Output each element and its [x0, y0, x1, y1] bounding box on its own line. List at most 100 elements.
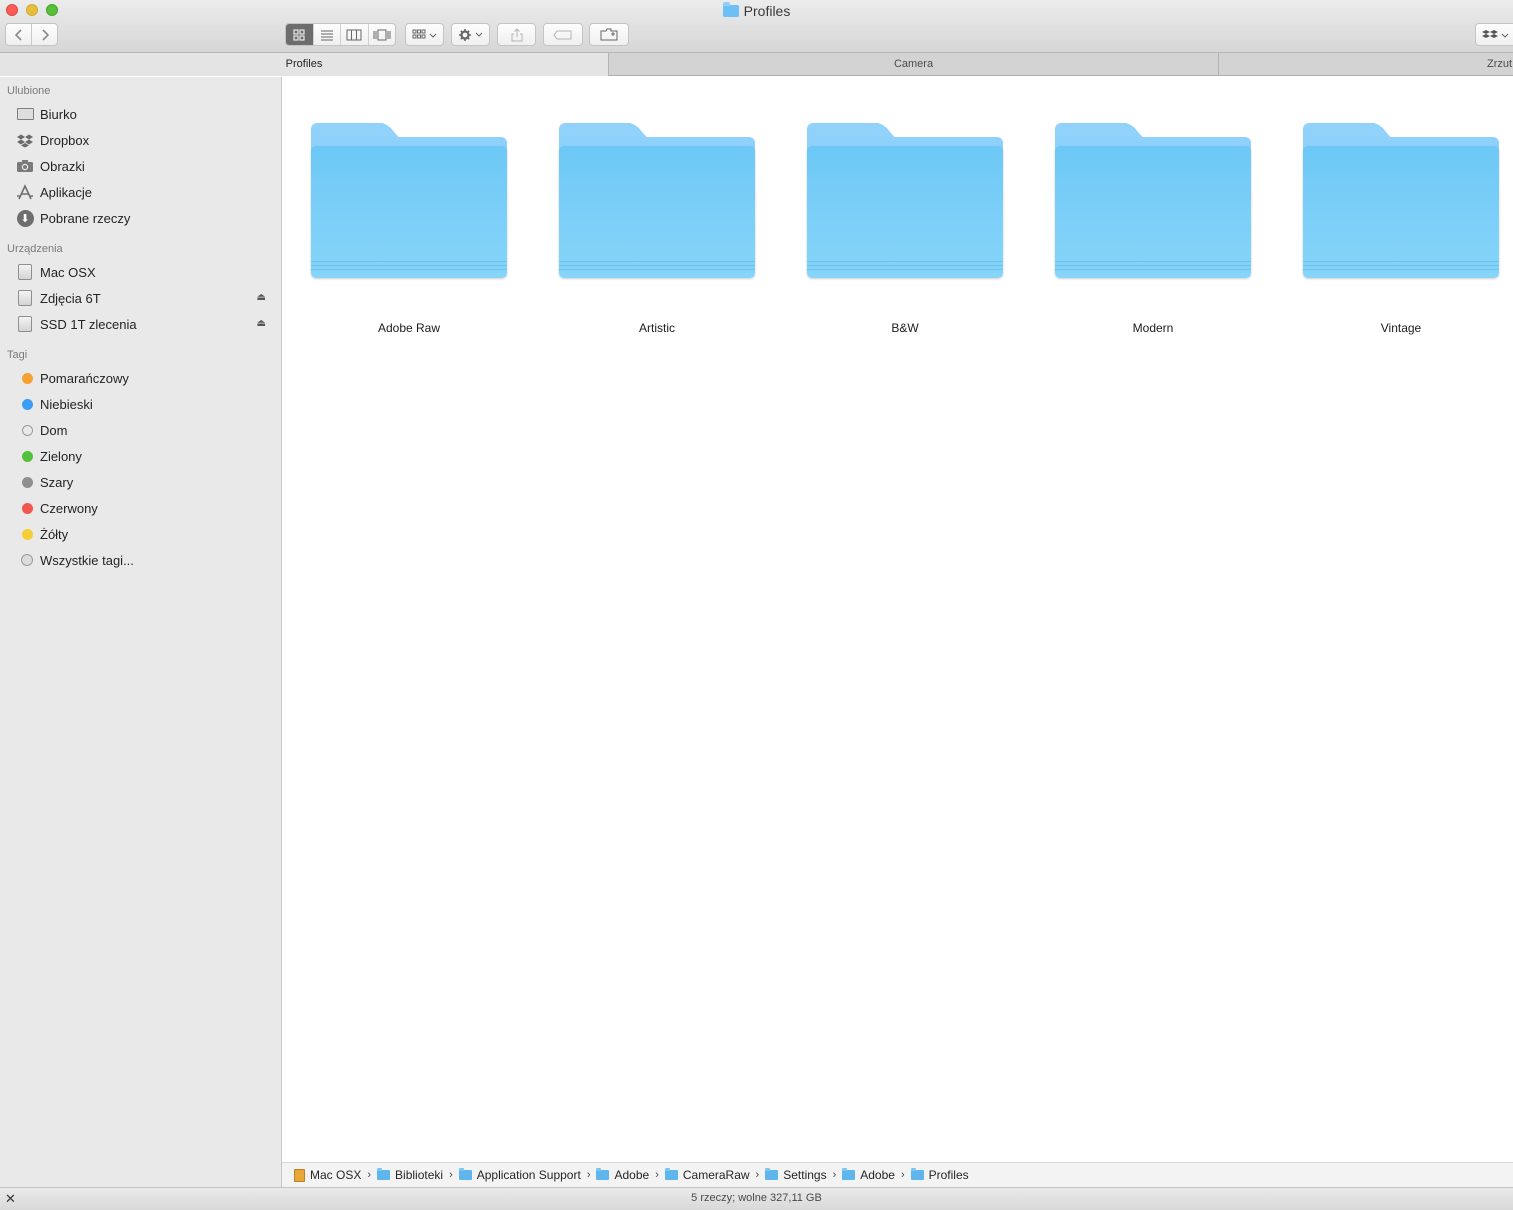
tag-icon: [553, 30, 572, 39]
sidebar-tag-gray[interactable]: Szary: [0, 470, 281, 494]
sidebar-item-obrazki[interactable]: Obrazki: [0, 154, 281, 178]
path-bar: Mac OSX › Biblioteki › Application Suppo…: [282, 1162, 1513, 1187]
path-separator-icon: ›: [449, 1169, 453, 1181]
sidebar-item-label: Niebieski: [40, 396, 93, 412]
sidebar-item-aplikacje[interactable]: Aplikacje: [0, 180, 281, 204]
sidebar-item-label: SSD 1T zlecenia: [40, 316, 137, 332]
sidebar-item-label: Dom: [40, 422, 68, 438]
edit-tags-button[interactable]: [543, 23, 583, 46]
sidebar-tag-dom[interactable]: Dom: [0, 418, 281, 442]
path-item-label: Mac OSX: [310, 1168, 362, 1182]
folder-item[interactable]: Adobe Raw: [311, 123, 507, 343]
tab-bar: Profiles Camera Zrzut: [0, 53, 1513, 76]
forward-button[interactable]: [31, 24, 57, 45]
share-button[interactable]: [497, 23, 536, 46]
path-item[interactable]: Adobe: [596, 1168, 649, 1182]
folder-icon: [807, 146, 1003, 278]
path-item[interactable]: Biblioteki: [377, 1168, 443, 1182]
folder-icon: [596, 1168, 610, 1180]
path-item[interactable]: Mac OSX: [294, 1168, 361, 1182]
applications-icon: [15, 184, 35, 200]
sidebar-item-label: Pobrane rzeczy: [40, 210, 131, 226]
path-item[interactable]: Settings: [765, 1168, 827, 1182]
folder-name: Artistic: [639, 321, 675, 335]
path-item-label: Application Support: [476, 1168, 581, 1182]
tag-dot-icon: [15, 448, 35, 464]
file-icon-view: Adobe Raw Artistic B&W Modern Vintage: [282, 77, 1513, 1162]
path-separator-icon: ›: [832, 1169, 837, 1181]
window-title-text: Profiles: [743, 3, 791, 19]
all-tags-icon: [15, 552, 35, 568]
sidebar-tag-green[interactable]: Zielony: [0, 444, 281, 468]
folder-icon: [377, 1168, 391, 1180]
column-view-button[interactable]: [340, 24, 368, 45]
close-icon[interactable]: ✕: [5, 1188, 16, 1209]
chevron-left-icon: [14, 28, 22, 41]
path-item[interactable]: Profiles: [910, 1168, 969, 1182]
path-item-label: Settings: [783, 1168, 827, 1182]
sidebar-item-zdjecia-6t[interactable]: Zdjęcia 6T ⏏: [0, 286, 281, 310]
folder-icon: [1055, 146, 1251, 278]
cover-flow-icon: [373, 29, 391, 40]
sidebar-section-favorites: Ulubione: [7, 85, 51, 97]
path-item[interactable]: Adobe: [842, 1168, 895, 1182]
toolbar: Profiles: [0, 0, 1513, 53]
folder-item[interactable]: Modern: [1055, 123, 1251, 343]
icon-view-button[interactable]: [286, 24, 313, 45]
sidebar-item-label: Zielony: [40, 448, 82, 464]
gear-icon: [458, 28, 482, 41]
chevron-right-icon: [42, 28, 49, 41]
sidebar-item-label: Czerwony: [40, 500, 98, 516]
sidebar-section-tags: Tagi: [7, 349, 28, 361]
tag-dot-icon: [15, 500, 35, 516]
folder-item[interactable]: Artistic: [559, 123, 755, 343]
tab-camera[interactable]: Camera: [608, 53, 1218, 76]
sidebar-item-dropbox[interactable]: Dropbox: [0, 128, 281, 152]
sidebar-tag-orange[interactable]: Pomarańczowy: [0, 366, 281, 390]
folder-icon: [722, 2, 739, 17]
download-icon: ⬇: [15, 209, 35, 227]
folder-name: Vintage: [1380, 321, 1422, 335]
dropbox-icon: [15, 132, 35, 148]
cover-flow-button[interactable]: [367, 24, 396, 45]
dropbox-toolbar-button[interactable]: [1475, 23, 1513, 46]
view-mode-group: [285, 23, 396, 46]
columns-icon: [346, 29, 362, 40]
camera-icon: [15, 158, 35, 174]
sidebar-item-label: Biurko: [40, 106, 77, 122]
tag-dot-icon: [15, 526, 35, 542]
list-view-button[interactable]: [312, 24, 341, 45]
new-folder-button[interactable]: [589, 23, 629, 46]
path-separator-icon: ›: [655, 1169, 659, 1181]
eject-icon[interactable]: ⏏: [257, 292, 266, 303]
tab-profiles[interactable]: Profiles: [0, 53, 608, 76]
tab-zrzut[interactable]: Zrzut: [1218, 53, 1513, 76]
action-button[interactable]: [451, 23, 490, 46]
folder-icon: [765, 1168, 779, 1180]
arrange-icon: [412, 29, 436, 38]
eject-icon[interactable]: ⏏: [257, 318, 266, 329]
finder-window: Profiles Profiles Camera Zrzut Ulubione …: [0, 0, 1513, 1210]
tag-dot-icon: [15, 474, 35, 490]
path-item[interactable]: Application Support: [458, 1168, 581, 1182]
sidebar-tag-all[interactable]: Wszystkie tagi...: [0, 548, 281, 572]
folder-item[interactable]: Vintage: [1303, 123, 1499, 343]
sidebar-item-label: Zdjęcia 6T: [40, 290, 101, 306]
folder-item[interactable]: B&W: [807, 123, 1003, 343]
back-button[interactable]: [6, 24, 31, 45]
sidebar-section-devices: Urządzenia: [7, 243, 63, 255]
sidebar-item-label: Żółty: [40, 526, 69, 542]
navigation-group: [5, 23, 58, 46]
sidebar-item-ssd-1t[interactable]: SSD 1T zlecenia ⏏: [0, 312, 281, 336]
path-item[interactable]: CameraRaw: [664, 1168, 750, 1182]
folder-icon: [664, 1168, 678, 1180]
arrange-button[interactable]: [405, 23, 444, 46]
sidebar-tag-blue[interactable]: Niebieski: [0, 392, 281, 416]
sidebar-tag-yellow[interactable]: Żółty: [0, 522, 281, 546]
sidebar-tag-red[interactable]: Czerwony: [0, 496, 281, 520]
path-item-label: Biblioteki: [395, 1168, 444, 1182]
sidebar-item-label: Mac OSX: [40, 264, 96, 280]
sidebar-item-biurko[interactable]: Biurko: [0, 102, 281, 126]
sidebar-item-pobrane[interactable]: ⬇ Pobrane rzeczy: [0, 206, 281, 230]
sidebar-item-mac-osx[interactable]: Mac OSX: [0, 260, 281, 284]
